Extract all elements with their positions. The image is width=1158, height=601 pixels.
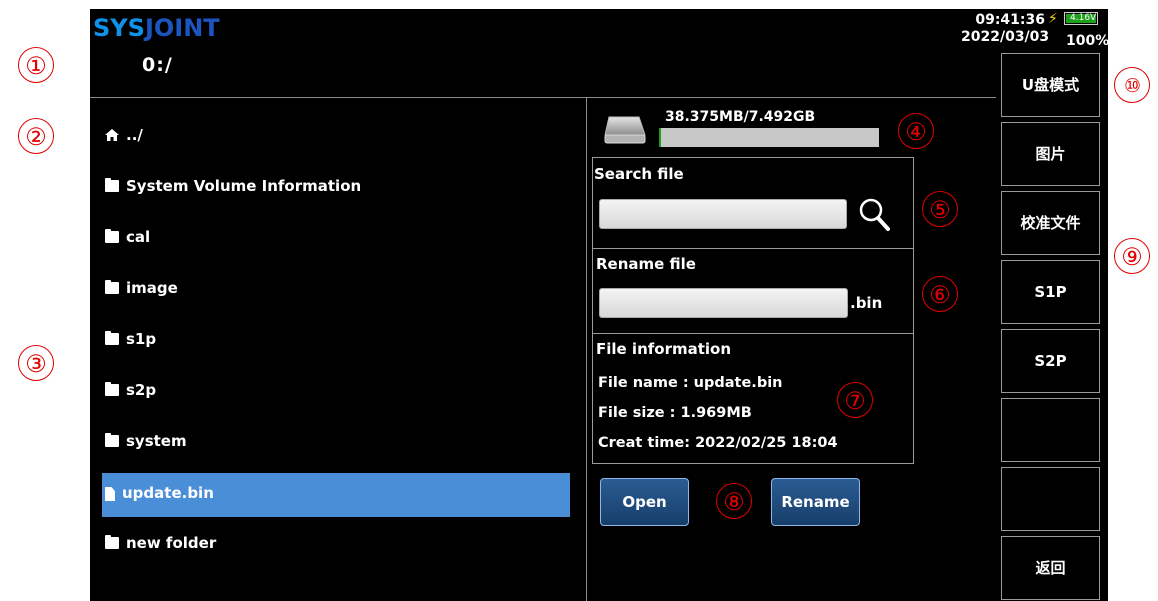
callout-4: ④ [898,113,934,149]
file-list-item-label: s2p [126,381,157,399]
file-list-item-label: s1p [126,330,157,348]
file-extension: .bin [850,294,883,312]
file-list-item-label: new folder [126,534,217,552]
file-list-item[interactable]: s2p [102,367,570,418]
file-list-item-label: image [126,279,178,297]
callout-3: ③ [18,345,54,381]
storage-usage-text: 38.375MB/7.492GB [665,109,816,125]
callout-8: ⑧ [716,483,752,519]
softkey-4[interactable]: S1P [1001,260,1100,324]
device-screen: SYSJOINT 0:/ 09:41:36 2022/03/03 ⚡ 4.16V… [90,9,1108,601]
file-list[interactable]: ../ System Volume Information cal image s1p s… [102,112,570,571]
softkey-6[interactable] [1001,398,1100,462]
softkey-5[interactable]: S2P [1001,329,1100,393]
search-title: Search file [594,165,684,183]
create-time-line: Creat time: 2022/02/25 18:04 [598,435,838,451]
softkey-1[interactable]: U盘模式 [1001,53,1100,117]
clock: 09:41:36 2022/03/03 [961,12,1050,46]
drive-icon [604,116,646,144]
softkey-3[interactable]: 校准文件 [1001,191,1100,255]
file-size-line: File size : 1.969MB [598,405,752,421]
file-list-item-label: update.bin [122,484,214,502]
date-display: 2022/03/03 [961,29,1050,45]
callout-2: ② [18,118,54,154]
sysjoint-logo: SYSJOINT [93,14,220,42]
file-list-item[interactable]: System Volume Information [102,163,570,214]
softkey-8[interactable]: 返回 [1001,536,1100,600]
file-list-item[interactable]: ../ [102,112,570,163]
rename-button[interactable]: Rename [771,478,860,526]
folder-icon [105,229,119,243]
file-list-item-label: system [126,432,187,450]
file-list-item[interactable]: cal [102,214,570,265]
softkey-7[interactable] [1001,467,1100,531]
file-list-item[interactable]: system [102,418,570,469]
callout-6: ⑥ [922,276,958,312]
folder-icon [105,331,119,345]
callout-10: ⑩ [1114,67,1150,103]
file-info-title: File information [596,340,732,358]
open-button[interactable]: Open [600,478,689,526]
folder-icon [105,280,119,294]
folder-icon [105,433,119,447]
file-name-line: File name : update.bin [598,375,783,391]
storage-fill [659,128,661,147]
battery-percent: 100% [1066,33,1108,49]
current-path: 0:/ [142,54,173,76]
storage-bar [659,128,879,147]
file-list-item[interactable]: s1p [102,316,570,367]
folder-icon [105,535,119,549]
file-list-item-label: cal [126,228,151,246]
search-input[interactable] [599,199,847,229]
file-list-item[interactable]: image [102,265,570,316]
softkey-2[interactable]: 图片 [1001,122,1100,186]
battery-icon: 4.16V [1064,12,1098,25]
folder-icon [105,382,119,396]
callout-1: ① [18,47,54,83]
folder-icon [105,178,119,192]
rename-input[interactable] [599,288,848,318]
file-list-item[interactable]: update.bin [102,473,570,517]
charging-icon: ⚡ [1048,11,1058,27]
file-list-item-label: ../ [126,126,143,144]
home-icon [105,129,119,141]
file-list-item-label: System Volume Information [126,177,362,195]
time-display: 09:41:36 [975,12,1045,28]
file-list-item[interactable]: new folder [102,520,570,571]
rename-title: Rename file [596,255,696,273]
header-divider [90,97,996,98]
callout-5: ⑤ [922,191,958,227]
file-icon [105,487,115,501]
column-divider [586,97,587,601]
search-icon[interactable] [856,195,892,233]
battery-voltage: 4.16V [1070,13,1097,23]
callout-7: ⑦ [837,382,873,418]
callout-9: ⑨ [1114,238,1150,274]
